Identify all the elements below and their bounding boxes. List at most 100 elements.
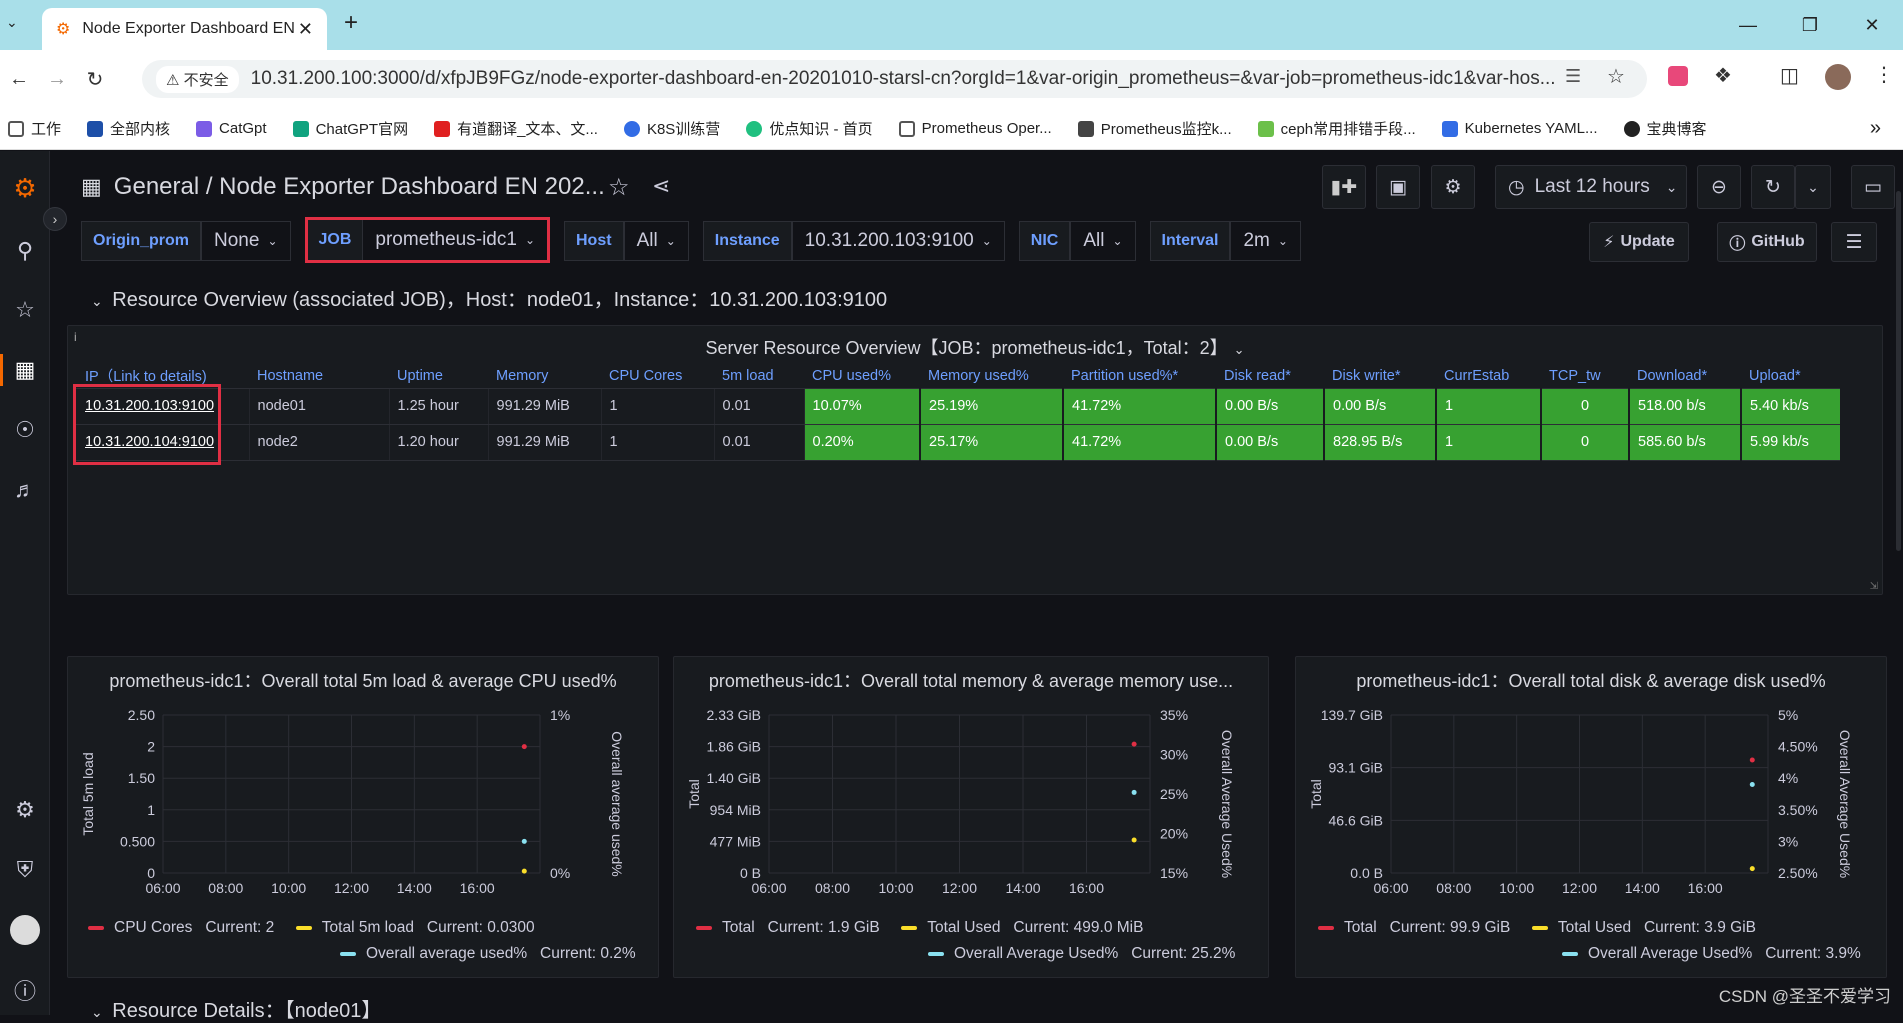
var-select-origin-prom[interactable]: None ⌄ <box>201 221 291 261</box>
explore-icon[interactable]: ☉ <box>11 416 39 444</box>
column-header[interactable]: Memory <box>488 364 601 389</box>
legend-item[interactable]: Total 5m load Current: 0.0300 <box>295 919 535 936</box>
side-panel-icon[interactable]: ◫ <box>1780 63 1799 88</box>
translate-icon[interactable]: ☰ <box>1565 66 1581 87</box>
grafana-logo-icon[interactable]: ⚙ <box>11 173 39 203</box>
refresh-button[interactable]: ↻ <box>1751 165 1795 209</box>
column-header[interactable]: TCP_tw <box>1541 364 1629 389</box>
chart-legend: CPU Cores Current: 2 Total 5m load Curre… <box>88 919 535 937</box>
x-tick-label: 14:00 <box>1625 880 1660 893</box>
data-point <box>1131 789 1137 795</box>
tv-mode-button[interactable]: ▭ <box>1851 165 1895 209</box>
column-header[interactable]: CPU used% <box>804 364 920 389</box>
column-header[interactable]: CPU Cores <box>601 364 714 389</box>
bookmark-item[interactable]: Prometheus监控k... <box>1077 118 1232 139</box>
bookmark-item[interactable]: 工作 <box>8 118 61 139</box>
bookmark-item[interactable]: ChatGPT官网 <box>292 118 408 139</box>
extension-ca-icon[interactable] <box>1668 66 1688 86</box>
alerting-icon[interactable]: ♬ <box>11 476 39 504</box>
column-header[interactable]: Disk read* <box>1216 364 1324 389</box>
configuration-gear-icon[interactable]: ⚙ <box>11 796 39 824</box>
zoom-out-button[interactable]: ⊖ <box>1697 165 1741 209</box>
restore-icon[interactable]: ❐ <box>1779 0 1841 50</box>
window-close-icon[interactable]: ✕ <box>1841 0 1903 50</box>
row-header-resource-details[interactable]: ⌄ Resource Details：【node01】 <box>91 994 381 1023</box>
url-field[interactable]: ⚠ 不安全 10.31.200.100:3000/d/xfpJB9FGz/nod… <box>142 60 1647 98</box>
column-header[interactable]: Download* <box>1629 364 1741 389</box>
resize-handle-icon[interactable]: ⇲ <box>1870 581 1878 592</box>
row-header-resource-overview[interactable]: ⌄ Resource Overview (associated JOB)，Hos… <box>91 283 887 312</box>
star-dashboard-icon[interactable]: ☆ <box>608 173 630 202</box>
time-picker-button[interactable]: ◷ Last 12 hours ⌄ <box>1495 165 1687 209</box>
bookmark-item[interactable]: Prometheus Oper... <box>898 120 1052 137</box>
browser-tab-active[interactable]: ⚙ Node Exporter Dashboard EN ✕ <box>42 8 327 50</box>
legend-item[interactable]: Total Current: 99.9 GiB <box>1318 919 1510 936</box>
legend-item[interactable]: Overall Average Used% Current: 25.2% <box>928 945 1235 962</box>
column-header[interactable]: Uptime <box>389 364 488 389</box>
github-link-button[interactable]: ⓘ GitHub <box>1717 222 1817 262</box>
tab-list-chevron-icon[interactable]: ⌄ <box>6 14 18 31</box>
column-header[interactable]: Hostname <box>249 364 389 389</box>
browser-menu-icon[interactable]: ⋮ <box>1874 62 1894 87</box>
forward-icon[interactable]: → <box>38 68 76 91</box>
back-icon[interactable]: ← <box>0 68 38 91</box>
security-badge[interactable]: ⚠ 不安全 <box>156 65 239 93</box>
sidebar-expand-icon[interactable]: › <box>43 207 67 231</box>
column-header[interactable]: Partition used%* <box>1063 364 1216 389</box>
bookmark-item[interactable]: 宝典博客 <box>1623 118 1707 139</box>
var-select-host[interactable]: All ⌄ <box>623 221 689 261</box>
y2-axis-label: Overall Average Used% <box>1219 730 1235 878</box>
legend-item[interactable]: CPU Cores Current: 2 <box>88 919 274 936</box>
legend-item[interactable]: Total Current: 1.9 GiB <box>696 919 880 936</box>
data-point <box>1131 837 1137 843</box>
search-icon[interactable]: ⚲ <box>11 237 39 265</box>
column-header[interactable]: CurrEstab <box>1436 364 1541 389</box>
links-menu-button[interactable]: ☰ <box>1831 222 1877 262</box>
scrollbar[interactable] <box>1896 191 1901 551</box>
var-select-job[interactable]: prometheus-idc1 ⌄ <box>362 219 547 260</box>
refresh-interval-button[interactable]: ⌄ <box>1795 165 1831 209</box>
column-header[interactable]: 5m load <box>714 364 804 389</box>
profile-avatar[interactable] <box>1825 64 1851 90</box>
var-select-interval[interactable]: 2m ⌄ <box>1230 221 1301 261</box>
legend-item[interactable]: Overall average used% Current: 0.2% <box>340 945 636 962</box>
help-icon[interactable]: ⓘ <box>11 976 39 1004</box>
panel-title[interactable]: prometheus-idc1：Overall total 5m load & … <box>68 667 658 693</box>
bookmark-item[interactable]: K8S训练营 <box>623 118 720 139</box>
panel-title[interactable]: prometheus-idc1：Overall total memory & a… <box>674 667 1268 693</box>
bookmark-item[interactable]: 全部内核 <box>87 118 170 139</box>
save-dashboard-button[interactable]: ▣ <box>1376 165 1420 209</box>
reload-icon[interactable]: ↻ <box>76 67 114 92</box>
dashboard-settings-button[interactable]: ⚙ <box>1431 165 1475 209</box>
user-avatar[interactable] <box>10 915 40 945</box>
new-tab-button[interactable]: + <box>344 9 358 37</box>
update-link-button[interactable]: ⚡ Update <box>1589 222 1689 262</box>
bookmark-star-icon[interactable]: ☆ <box>1607 64 1625 89</box>
server-admin-shield-icon[interactable]: ⛨ <box>11 856 39 884</box>
starred-icon[interactable]: ☆ <box>11 296 39 324</box>
panel-title[interactable]: prometheus-idc1：Overall total disk & ave… <box>1296 667 1886 693</box>
dashboards-icon[interactable]: ▦ <box>11 356 39 384</box>
dashboard-breadcrumb-text[interactable]: General / Node Exporter Dashboard EN 202… <box>114 173 605 201</box>
var-select-nic[interactable]: All ⌄ <box>1070 221 1136 261</box>
bookmark-item[interactable]: 优点知识 - 首页 <box>746 118 873 139</box>
column-header[interactable]: Upload* <box>1741 364 1841 389</box>
breadcrumb[interactable]: ▦ General / Node Exporter Dashboard EN 2… <box>81 173 605 201</box>
add-panel-button[interactable]: ▮✚ <box>1322 165 1366 209</box>
column-header[interactable]: Disk write* <box>1324 364 1436 389</box>
legend-item[interactable]: Total Used Current: 3.9 GiB <box>1531 919 1756 936</box>
panel-title[interactable]: Server Resource Overview【JOB：prometheus-… <box>68 334 1882 360</box>
var-select-instance[interactable]: 10.31.200.103:9100 ⌄ <box>791 221 1005 261</box>
legend-item[interactable]: Overall Average Used% Current: 3.9% <box>1562 945 1861 962</box>
legend-item[interactable]: Total Used Current: 499.0 MiB <box>901 919 1143 936</box>
minimize-icon[interactable]: — <box>1717 0 1779 50</box>
extensions-icon[interactable]: ❖ <box>1714 63 1732 88</box>
tab-close-icon[interactable]: ✕ <box>298 19 313 40</box>
column-header[interactable]: Memory used% <box>920 364 1063 389</box>
share-icon[interactable]: ⋖ <box>652 173 670 199</box>
bookmark-item[interactable]: Kubernetes YAML... <box>1441 120 1598 137</box>
bookmark-item[interactable]: 有道翻译_文本、文... <box>434 118 598 139</box>
bookmark-item[interactable]: ceph常用排错手段... <box>1257 118 1416 139</box>
bookmarks-overflow-icon[interactable]: » <box>1870 117 1881 140</box>
bookmark-item[interactable]: CatGpt <box>196 120 267 137</box>
